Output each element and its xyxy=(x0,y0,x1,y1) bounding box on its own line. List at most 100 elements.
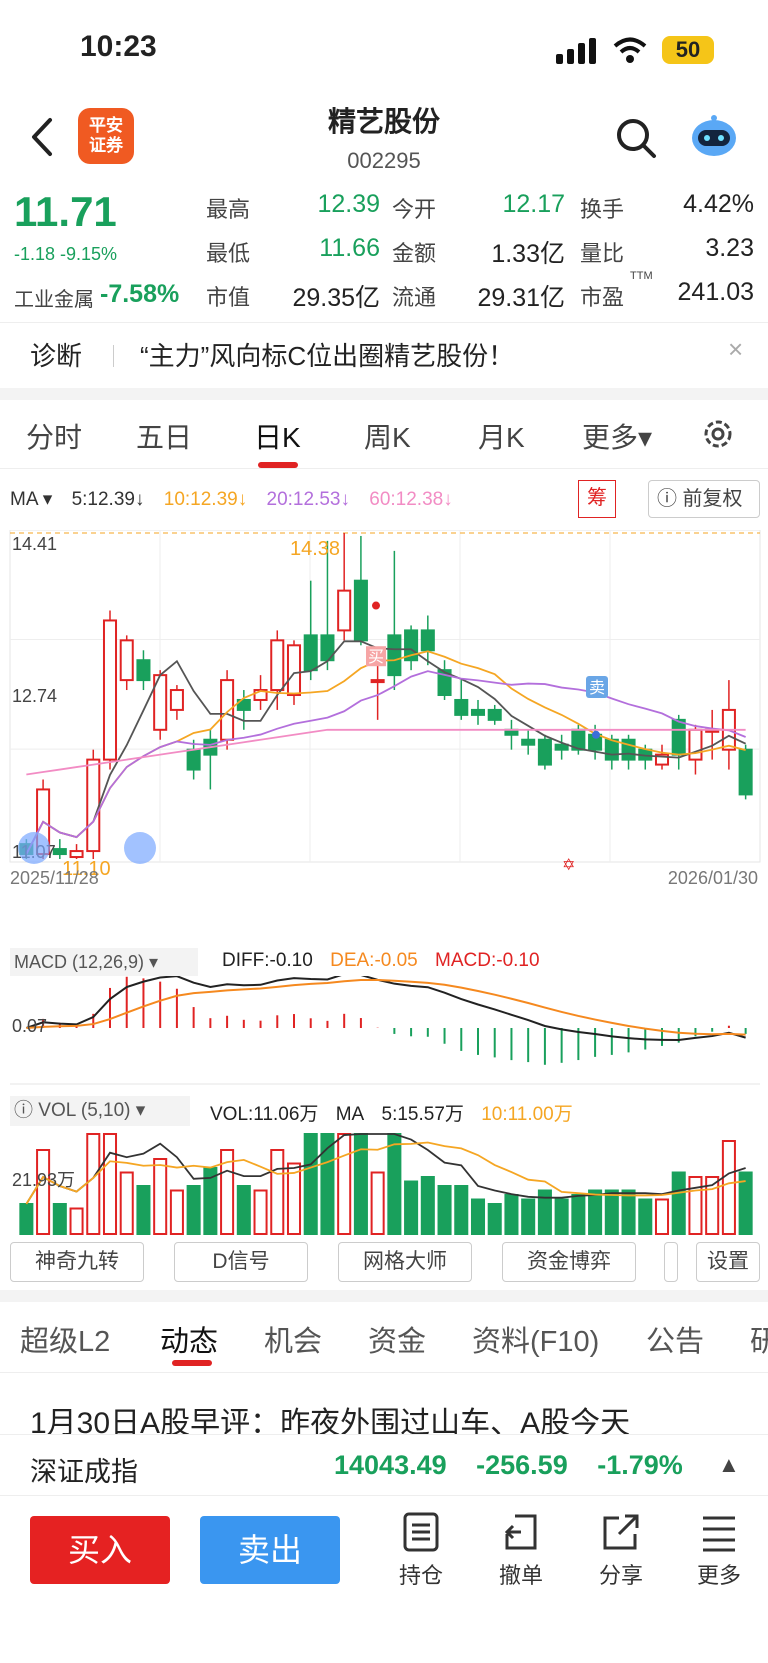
volume-chart[interactable]: 21.93万 xyxy=(0,1128,768,1236)
diagnosis-label: 诊断 xyxy=(30,341,83,371)
vol-ma5-line xyxy=(25,1133,746,1205)
battery-indicator: 50 xyxy=(662,36,714,64)
tab-more[interactable]: 更多▾ xyxy=(582,416,652,456)
tool-more[interactable] xyxy=(664,1242,678,1282)
candle-body xyxy=(604,738,619,761)
volume-bar xyxy=(69,1207,84,1235)
expand-arrow-icon[interactable]: ▲ xyxy=(718,1452,740,1478)
tool-d-signal[interactable]: D信号 xyxy=(174,1242,308,1282)
buy-signal-label: 买 xyxy=(368,648,384,666)
share-button[interactable]: 分享 xyxy=(586,1512,656,1590)
candle-body xyxy=(220,679,235,741)
tab-intraday[interactable]: 分时 xyxy=(26,416,82,456)
menu-icon xyxy=(703,1516,735,1552)
tab-funds[interactable]: 资金 xyxy=(368,1318,426,1360)
quote-value: 241.03 xyxy=(677,278,754,306)
volume-bar xyxy=(504,1194,519,1235)
ma20-value: 20:12.53↓ xyxy=(266,489,350,510)
quote-value: 3.23 xyxy=(705,234,754,262)
volume-bar xyxy=(337,1133,352,1235)
tool-grid-master[interactable]: 网格大师 xyxy=(338,1242,472,1282)
index-values: 14043.49 -256.59 -1.79% xyxy=(334,1450,705,1481)
tab-news[interactable]: 动态 xyxy=(160,1318,218,1360)
volume-bar xyxy=(721,1140,736,1235)
candle-body xyxy=(102,619,118,761)
divider xyxy=(0,1372,768,1373)
volume-bar xyxy=(303,1133,318,1235)
vol-values: VOL:11.06万 MA 5:15.57万 10:11.00万 xyxy=(210,1099,585,1126)
quote-label: 换手 xyxy=(580,197,625,222)
tab-opportunity[interactable]: 机会 xyxy=(264,1318,322,1360)
candle-body xyxy=(136,659,151,682)
vol-ma-label: MA xyxy=(335,1104,365,1125)
macd-chart[interactable]: 0.07 xyxy=(0,976,768,1086)
ai-assistant-icon[interactable] xyxy=(688,110,740,162)
chip-distribution-button[interactable]: 筹 xyxy=(578,480,616,518)
volume-bar xyxy=(404,1180,419,1235)
quote-value: 12.39 xyxy=(317,190,380,218)
volume-bar xyxy=(437,1185,452,1235)
dea-value: DEA:-0.05 xyxy=(330,950,418,971)
quote-label: 量比 xyxy=(580,241,625,266)
price-change: -1.18 -9.15% xyxy=(14,244,118,264)
volume-bar xyxy=(588,1189,603,1235)
diagnosis-text[interactable]: “主力”风向标C位出圈精艺股份！ xyxy=(140,336,514,373)
tool-fund-game[interactable]: 资金博弈 xyxy=(502,1242,636,1282)
vol-selector[interactable]: ⓘ VOL (5,10) ▾ xyxy=(10,1096,190,1126)
macd-y-label: 0.07 xyxy=(12,1016,47,1036)
volume-bar xyxy=(86,1133,101,1235)
candle-body xyxy=(286,644,302,697)
tab-announcements[interactable]: 公告 xyxy=(646,1318,704,1360)
tool-settings[interactable]: 设置 xyxy=(696,1242,760,1282)
candle-body xyxy=(454,698,469,716)
volume-bar xyxy=(253,1189,268,1235)
volume-bar xyxy=(470,1198,486,1235)
more-label: 更多 xyxy=(696,1563,741,1588)
quote-label: 市盈 xyxy=(580,285,625,310)
tab-daily-k[interactable]: 日K xyxy=(254,416,301,456)
quote-value: 4.42% xyxy=(683,190,754,218)
candle-body xyxy=(119,639,134,682)
gear-icon[interactable] xyxy=(700,416,736,452)
ma-selector[interactable]: MA ▾ xyxy=(10,489,52,510)
candlestick-chart[interactable]: 14.4112.7411.0714.3811.10买卖✡2025/11/2820… xyxy=(0,530,768,950)
candle-body xyxy=(69,850,84,859)
ma60-value: 60:12.38↓ xyxy=(369,489,453,510)
sell-button[interactable]: 卖出 xyxy=(200,1516,340,1584)
buy-button[interactable]: 买入 xyxy=(30,1516,170,1584)
volume-bar xyxy=(387,1133,402,1235)
tab-weekly-k[interactable]: 周K xyxy=(364,416,411,456)
volume-bar xyxy=(554,1198,569,1235)
search-icon[interactable] xyxy=(614,116,658,160)
sector-name[interactable]: 工业金属 xyxy=(14,283,94,312)
tab-f10[interactable]: 资料(F10) xyxy=(472,1318,599,1360)
candle-body xyxy=(671,718,686,756)
document-icon xyxy=(403,1512,439,1552)
tab-monthly-k[interactable]: 月K xyxy=(478,416,525,456)
current-price: 11.71 xyxy=(14,188,117,235)
quote-value: 11.66 xyxy=(319,234,380,262)
volume-bar xyxy=(487,1203,502,1235)
adjust-mode-button[interactable]: ⓘ 前复权 xyxy=(648,480,760,518)
diff-line xyxy=(26,976,746,1042)
tool-magic-nine[interactable]: 神奇九转 xyxy=(10,1242,144,1282)
event-dot xyxy=(372,601,380,610)
close-icon[interactable]: × xyxy=(728,334,743,365)
more-button[interactable]: 更多 xyxy=(684,1512,754,1590)
tab-research[interactable]: 研 xyxy=(750,1318,768,1360)
index-change: -256.59 xyxy=(476,1450,568,1480)
tab-super-l2[interactable]: 超级L2 xyxy=(20,1318,110,1360)
tab-five-day[interactable]: 五日 xyxy=(136,416,192,456)
ma10-line xyxy=(25,650,746,855)
ma-legend: MA ▾ 5:12.39↓ 10:12.39↓ 20:12.53↓ 60:12.… xyxy=(10,488,467,511)
y-tick-label: 14.41 xyxy=(12,534,57,554)
macd-selector[interactable]: MACD (12,26,9) ▾ xyxy=(10,948,198,976)
event-dot xyxy=(592,730,600,739)
holdings-button[interactable]: 持仓 xyxy=(386,1512,456,1590)
quote-value: 12.17 xyxy=(502,190,565,218)
candle-body xyxy=(521,738,536,746)
signal-icon xyxy=(556,38,596,64)
cancel-order-button[interactable]: 撤单 xyxy=(486,1512,556,1590)
vol-ma5-value: 5:15.57万 xyxy=(381,1104,464,1125)
volume-bar xyxy=(236,1185,251,1235)
